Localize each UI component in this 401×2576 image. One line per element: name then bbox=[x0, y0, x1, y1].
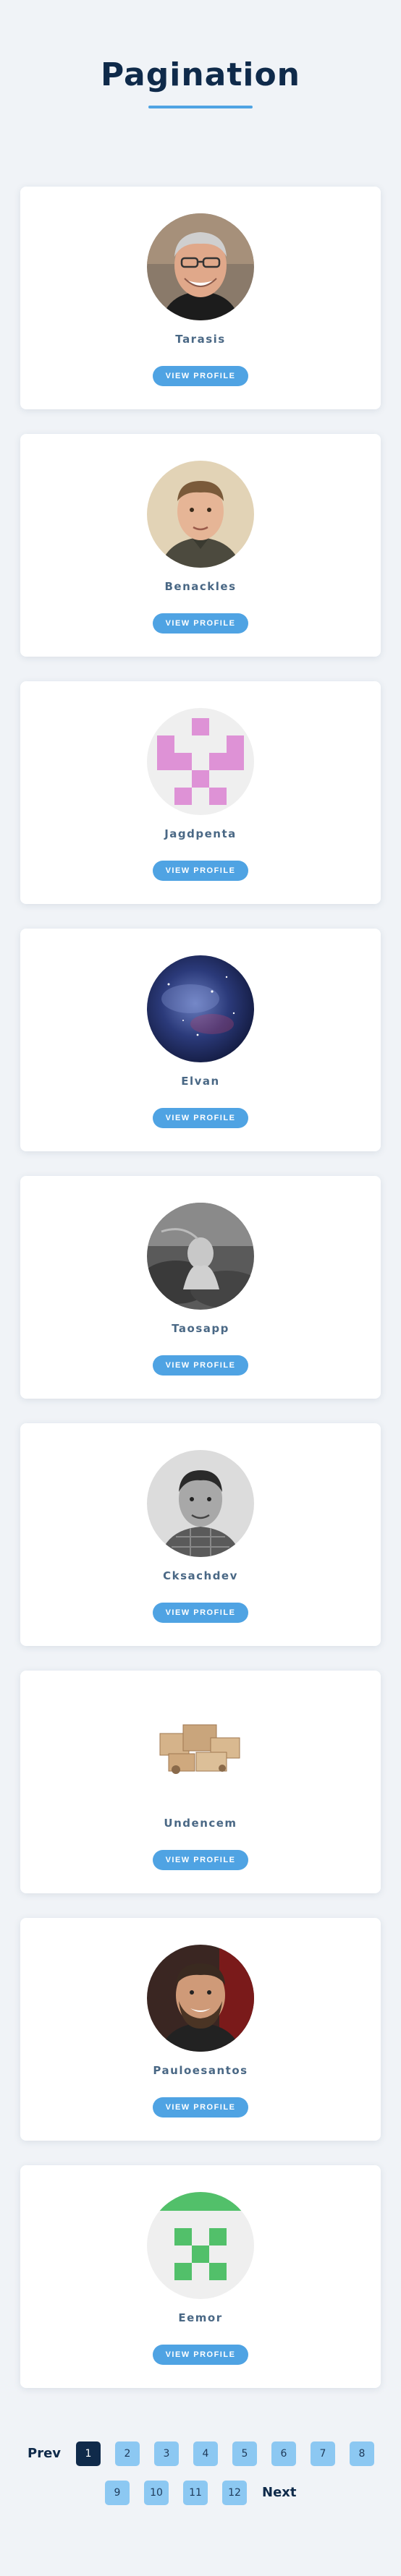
profile-card: Eemor VIEW PROFILE bbox=[20, 2165, 381, 2388]
profile-name: Undencem bbox=[164, 1817, 237, 1830]
page-button-7[interactable]: 7 bbox=[311, 2441, 335, 2466]
profile-card: Tarasis VIEW PROFILE bbox=[20, 187, 381, 409]
profile-name: Taosapp bbox=[172, 1322, 229, 1335]
page-button-4[interactable]: 4 bbox=[193, 2441, 218, 2466]
page-button-9[interactable]: 9 bbox=[105, 2481, 130, 2505]
profile-card: Jagdpenta VIEW PROFILE bbox=[20, 681, 381, 904]
view-profile-button[interactable]: VIEW PROFILE bbox=[153, 861, 248, 881]
page-button-6[interactable]: 6 bbox=[271, 2441, 296, 2466]
profile-name: Tarasis bbox=[175, 333, 226, 346]
page-button-2[interactable]: 2 bbox=[115, 2441, 140, 2466]
profile-card: Pauloesantos VIEW PROFILE bbox=[20, 1918, 381, 2141]
profile-card: Undencem VIEW PROFILE bbox=[20, 1671, 381, 1893]
view-profile-button[interactable]: VIEW PROFILE bbox=[153, 613, 248, 634]
page-button-5[interactable]: 5 bbox=[232, 2441, 257, 2466]
title-underline bbox=[148, 106, 253, 108]
page-button-1[interactable]: 1 bbox=[76, 2441, 101, 2466]
view-profile-button[interactable]: VIEW PROFILE bbox=[153, 366, 248, 386]
profile-name: Eemor bbox=[178, 2311, 223, 2324]
view-profile-button[interactable]: VIEW PROFILE bbox=[153, 1603, 248, 1623]
avatar-nebula bbox=[147, 955, 254, 1062]
profile-card: Taosapp VIEW PROFILE bbox=[20, 1176, 381, 1399]
profile-name: Cksachdev bbox=[163, 1569, 238, 1582]
profile-name: Benackles bbox=[164, 580, 237, 593]
avatar-photo-bearded-man bbox=[147, 1945, 254, 2052]
identicon-pink bbox=[147, 708, 254, 815]
prev-button[interactable]: Prev bbox=[28, 2446, 61, 2461]
page-button-3[interactable]: 3 bbox=[154, 2441, 179, 2466]
profile-card: Cksachdev VIEW PROFILE bbox=[20, 1423, 381, 1646]
view-profile-button[interactable]: VIEW PROFILE bbox=[153, 1850, 248, 1870]
avatar-boxes bbox=[147, 1697, 254, 1804]
profile-name: Pauloesantos bbox=[153, 2064, 248, 2077]
page-button-12[interactable]: 12 bbox=[222, 2481, 247, 2505]
view-profile-button[interactable]: VIEW PROFILE bbox=[153, 2345, 248, 2365]
page-button-11[interactable]: 11 bbox=[183, 2481, 208, 2505]
view-profile-button[interactable]: VIEW PROFILE bbox=[153, 1108, 248, 1128]
profile-name: Elvan bbox=[181, 1075, 220, 1088]
avatar-photo-man bbox=[147, 461, 254, 568]
page-button-10[interactable]: 10 bbox=[144, 2481, 169, 2505]
avatar-bw-photo bbox=[147, 1203, 254, 1310]
page-title: Pagination bbox=[100, 56, 301, 93]
page-button-8[interactable]: 8 bbox=[350, 2441, 374, 2466]
profile-card: Elvan VIEW PROFILE bbox=[20, 929, 381, 1151]
identicon-green bbox=[147, 2192, 254, 2299]
profile-card: Benackles VIEW PROFILE bbox=[20, 434, 381, 657]
profile-name: Jagdpenta bbox=[164, 827, 237, 840]
view-profile-button[interactable]: VIEW PROFILE bbox=[153, 1355, 248, 1376]
avatar-photo-older-man bbox=[147, 213, 254, 320]
view-profile-button[interactable]: VIEW PROFILE bbox=[153, 2097, 248, 2117]
next-button[interactable]: Next bbox=[262, 2485, 297, 2500]
avatar-bw-portrait bbox=[147, 1450, 254, 1557]
